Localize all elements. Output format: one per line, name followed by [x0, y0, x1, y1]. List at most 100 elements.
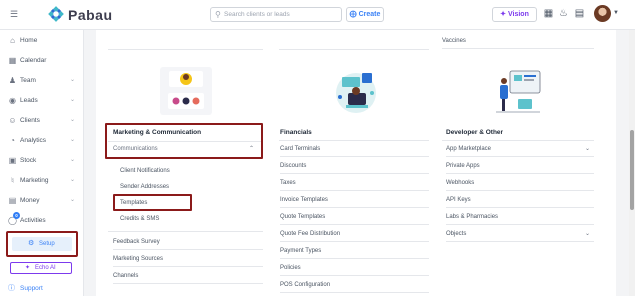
sidebar-item-team[interactable]: ♟ Team ⌄: [0, 72, 84, 90]
create-label: Create: [358, 11, 381, 18]
vision-label: Vision: [507, 11, 529, 18]
setup-item-sender-addresses[interactable]: Sender Addresses: [120, 180, 250, 195]
support-link[interactable]: ⓘ Support: [0, 282, 84, 296]
sidebar-item-stock[interactable]: ▣ Stock ⌄: [0, 152, 84, 170]
setup-item-label: Webhooks: [446, 180, 475, 186]
app-root: ☰ Pabau ⚲ ⨁ Create ✦ V: [0, 0, 635, 296]
sidebar-item-money[interactable]: ▤ Money ⌄: [0, 192, 84, 210]
setup-item-label: Quote Templates: [280, 214, 326, 220]
setup-item-label: Card Terminals: [280, 146, 321, 152]
user-avatar[interactable]: [594, 5, 611, 22]
calendar-icon: ▦: [8, 56, 17, 65]
setup-item-payment-types[interactable]: Payment Types: [280, 244, 429, 259]
setup-item-client-notifications[interactable]: Client Notifications: [120, 164, 250, 179]
divider: [279, 140, 429, 141]
setup-item-label: Policies: [280, 265, 301, 271]
sidebar-item-label: Activities: [20, 217, 46, 224]
setup-item-labs-pharmacies[interactable]: Labs & Pharmacies: [446, 210, 594, 225]
setup-item-card-terminals[interactable]: Card Terminals: [280, 142, 429, 157]
chevron-down-icon: ⌄: [70, 177, 76, 183]
column-title-financials: Financials: [280, 129, 312, 136]
setup-item-discounts[interactable]: Discounts: [280, 159, 429, 174]
setup-item-policies[interactable]: Policies: [280, 261, 429, 276]
setup-item-quote-templates[interactable]: Quote Templates: [280, 210, 429, 225]
accordion-communications[interactable]: Communications ⌃: [113, 142, 258, 157]
communication-illustration-icon: [160, 67, 212, 115]
setup-item-feedback-survey[interactable]: Feedback Survey: [113, 235, 263, 250]
setup-item-credits-sms[interactable]: Credits & SMS: [120, 212, 250, 227]
top-header: ☰ Pabau ⚲ ⨁ Create ✦ V: [0, 0, 635, 30]
setup-item-label: Channels: [113, 273, 139, 279]
scrollbar-thumb[interactable]: [630, 130, 634, 210]
sidebar-item-label: Analytics: [20, 137, 47, 144]
setup-item-vaccines[interactable]: Vaccines: [442, 34, 594, 49]
main-scrollbar[interactable]: [629, 30, 635, 296]
setup-item-marketing-sources[interactable]: Marketing Sources: [113, 252, 263, 267]
search-input[interactable]: [224, 9, 339, 20]
setup-item-quote-fee-distribution[interactable]: Quote Fee Distribution: [280, 227, 429, 242]
setup-item-label: Invoice Templates: [280, 197, 328, 203]
sidebar-item-label: Leads: [20, 97, 38, 104]
gear-icon: ⚙: [28, 240, 35, 247]
sidebar-item-activities[interactable]: ◯ 0 Activities: [0, 212, 84, 230]
home-icon: ⌂: [10, 36, 15, 45]
analytics-icon: ◔: [10, 136, 15, 145]
setup-item-channels[interactable]: Channels: [113, 269, 263, 284]
create-button[interactable]: ⨁ Create: [346, 7, 384, 22]
sidebar-item-calendar[interactable]: ▦ Calendar: [0, 52, 84, 70]
chevron-down-icon: ⌄: [70, 137, 76, 143]
bell-icon[interactable]: ♨: [558, 8, 569, 20]
divider: [108, 231, 263, 232]
sidebar-item-home[interactable]: ⌂ Home: [0, 32, 84, 50]
support-label: Support: [20, 285, 43, 292]
setup-item-taxes[interactable]: Taxes: [280, 176, 429, 191]
setup-item-label: App Marketplace: [446, 146, 492, 152]
sidebar-item-label: Money: [20, 197, 40, 204]
column-title-developer: Developer & Other: [446, 129, 504, 136]
echo-ai-button[interactable]: ✦ Echo AI: [10, 262, 72, 274]
setup-item-label: Objects: [446, 231, 467, 237]
setup-item-webhooks[interactable]: Webhooks: [446, 176, 594, 191]
setup-item-label: Taxes: [280, 180, 296, 186]
setup-item-templates[interactable]: Templates: [120, 196, 190, 211]
sidebar-item-label: Clients: [20, 117, 40, 124]
setup-button[interactable]: ⚙ Setup: [12, 237, 72, 251]
sparkle-icon: ✦: [500, 11, 507, 18]
menu-icon[interactable]: ☰: [10, 9, 20, 19]
echo-ai-label: Echo AI: [35, 265, 56, 271]
setup-item-app-marketplace[interactable]: App Marketplace ⌄: [446, 142, 594, 157]
setup-item-private-apps[interactable]: Private Apps: [446, 159, 594, 174]
chevron-down-icon: ⌄: [70, 157, 76, 163]
setup-item-pos-configuration[interactable]: POS Configuration: [280, 278, 429, 293]
sidebar-item-clients[interactable]: ☺ Clients ⌄: [0, 112, 84, 130]
pabau-logo-icon: [48, 6, 64, 22]
setup-item-label: Templates: [120, 200, 148, 206]
setup-item-label: Credits & SMS: [120, 216, 160, 222]
document-icon[interactable]: ▤: [574, 8, 585, 20]
sidebar-item-analytics[interactable]: ◔ Analytics ⌄: [0, 132, 84, 150]
setup-item-api-keys[interactable]: API Keys: [446, 193, 594, 208]
sidebar-item-label: Team: [20, 77, 36, 84]
sparkle-icon: ✦: [25, 265, 31, 271]
setup-item-label: Marketing Sources: [113, 256, 164, 262]
chevron-down-icon: ⌄: [70, 77, 76, 83]
divider: [108, 49, 263, 50]
chevron-down-icon: ⌄: [70, 197, 76, 203]
global-search[interactable]: ⚲: [210, 7, 342, 22]
setup-item-label: Vaccines: [442, 38, 466, 44]
setup-item-label: API Keys: [446, 197, 471, 203]
sidebar-item-label: Calendar: [20, 57, 47, 64]
sidebar-item-label: Marketing: [20, 177, 49, 184]
sidebar: ⌂ Home ▦ Calendar ♟ Team ⌄ ◉ Leads ⌄ ☺ C…: [0, 30, 84, 296]
setup-label: Setup: [39, 241, 55, 247]
calendar-icon[interactable]: ▦: [543, 8, 554, 20]
activities-count-badge: 0: [13, 212, 20, 219]
setup-item-label: Client Notifications: [120, 168, 170, 174]
vision-button[interactable]: ✦ Vision: [492, 7, 537, 22]
setup-item-objects[interactable]: Objects ⌄: [446, 227, 594, 242]
sidebar-item-leads[interactable]: ◉ Leads ⌄: [0, 92, 84, 110]
developer-illustration-icon: [496, 70, 541, 113]
sidebar-item-marketing[interactable]: ♮ Marketing ⌄: [0, 172, 84, 190]
setup-item-invoice-templates[interactable]: Invoice Templates: [280, 193, 429, 208]
chevron-down-icon[interactable]: ▼: [613, 10, 619, 16]
